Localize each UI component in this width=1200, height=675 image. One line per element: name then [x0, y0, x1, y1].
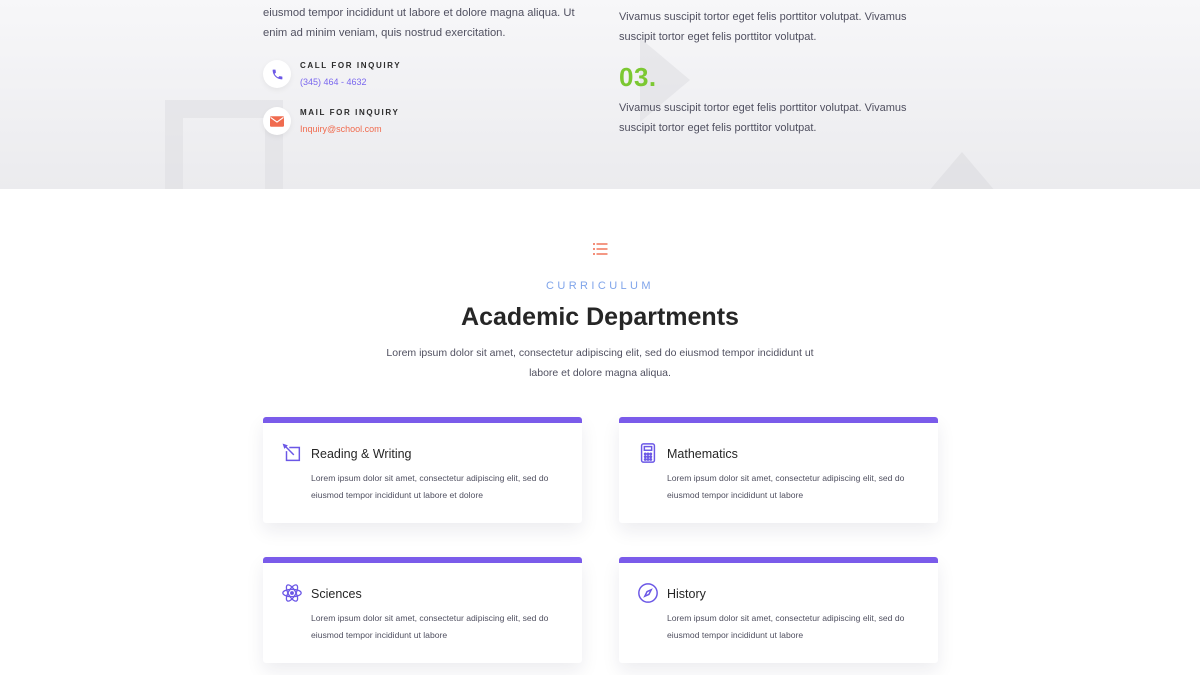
step-3-text: Vivamus suscipit tortor eget felis portt…: [619, 102, 907, 134]
department-card-sciences[interactable]: Sciences Lorem ipsum dolor sit amet, con…: [263, 557, 582, 663]
step-3-number: 03.: [619, 62, 657, 92]
calculator-icon: [637, 442, 659, 464]
department-description: Lorem ipsum dolor sit amet, consectetur …: [311, 473, 549, 500]
phone-contact[interactable]: Call for inquiry (345) 464 - 4632: [263, 60, 401, 88]
section-description: Lorem ipsum dolor sit amet, consectetur …: [386, 347, 814, 379]
department-title: Reading & Writing: [311, 447, 412, 461]
department-description: Lorem ipsum dolor sit amet, consectetur …: [667, 613, 905, 640]
department-title: History: [667, 587, 706, 601]
phone-icon: [263, 60, 291, 88]
department-card-mathematics[interactable]: Mathematics Lorem ipsum dolor sit amet, …: [619, 417, 938, 523]
department-title: Sciences: [311, 587, 362, 601]
section-eyebrow: Curriculum: [546, 280, 654, 292]
phone-label: Call for inquiry: [300, 61, 402, 70]
email-link[interactable]: Inquiry@school.com: [300, 124, 399, 134]
decorative-triangle-shape: [928, 152, 996, 189]
department-card-reading-writing[interactable]: Reading & Writing Lorem ipsum dolor sit …: [263, 417, 582, 523]
mail-contact[interactable]: Mail for inquiry Inquiry@school.com: [263, 107, 399, 135]
mail-icon: [263, 107, 291, 135]
intro-text: eiusmod tempor incididunt ut labore et d…: [263, 7, 575, 39]
pen-icon: [281, 442, 303, 464]
section-title: Academic Departments: [461, 303, 739, 331]
list-icon: [592, 242, 608, 256]
department-description: Lorem ipsum dolor sit amet, consectetur …: [311, 613, 549, 640]
department-card-history[interactable]: History Lorem ipsum dolor sit amet, cons…: [619, 557, 938, 663]
department-description: Lorem ipsum dolor sit amet, consectetur …: [667, 473, 905, 500]
department-title: Mathematics: [667, 447, 738, 461]
compass-icon: [637, 582, 659, 604]
contact-steps-section: eiusmod tempor incididunt ut labore et d…: [0, 0, 1200, 189]
mail-label: Mail for inquiry: [300, 108, 400, 117]
phone-number-link[interactable]: (345) 464 - 4632: [300, 77, 401, 87]
atom-icon: [281, 582, 303, 604]
step-2-text: Vivamus suscipit tortor eget felis portt…: [619, 11, 907, 43]
